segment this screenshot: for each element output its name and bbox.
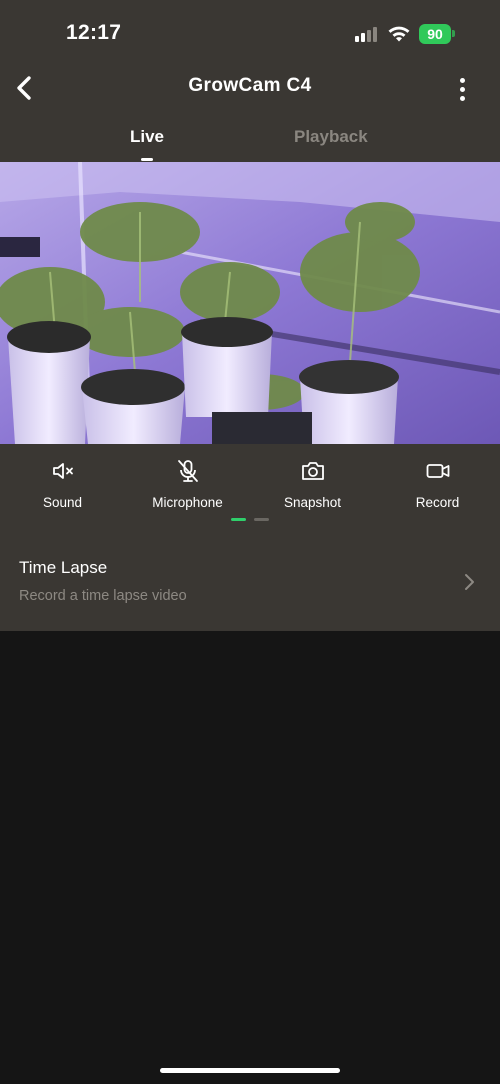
time-lapse-subtitle: Record a time lapse video [19,588,187,604]
chevron-right-icon [465,574,474,590]
tab-playback[interactable]: Playback [294,127,368,147]
camera-icon [301,462,324,480]
more-vertical-icon [459,77,465,83]
page-dot[interactable] [254,518,269,521]
home-indicator[interactable] [160,1068,340,1073]
microphone-off-icon [177,460,198,482]
more-vertical-icon [459,95,465,101]
page-indicator [231,518,269,521]
cellular-signal-icon [355,27,377,42]
more-vertical-icon [459,86,465,92]
snapshot-label: Snapshot [283,495,342,510]
wifi-icon [388,26,410,42]
status-time: 12:17 [66,21,122,44]
live-video-feed[interactable] [0,162,500,444]
snapshot-button[interactable]: Snapshot [250,458,375,510]
tab-live[interactable]: Live [130,127,164,147]
battery-indicator: 90 [419,24,451,44]
record-label: Record [415,495,460,510]
speaker-muted-icon [52,463,73,479]
microphone-label: Microphone [152,495,223,510]
top-bar: 12:17 90 GrowCam C4 Live Playback [0,0,500,162]
page-dot-active[interactable] [231,518,246,521]
grow-tent-camera-image [0,162,500,444]
microphone-button[interactable]: Microphone [125,458,250,510]
record-button[interactable]: Record [375,458,500,510]
sound-label: Sound [42,495,83,510]
active-tab-indicator [141,158,153,161]
time-lapse-title: Time Lapse [19,558,108,577]
time-lapse-row[interactable]: Time Lapse Record a time lapse video [0,540,500,631]
page-title: GrowCam C4 [188,75,312,96]
more-options-button[interactable] [450,74,474,104]
sound-button[interactable]: Sound [0,458,125,510]
battery-tip [452,30,455,37]
video-camera-icon [426,464,449,478]
